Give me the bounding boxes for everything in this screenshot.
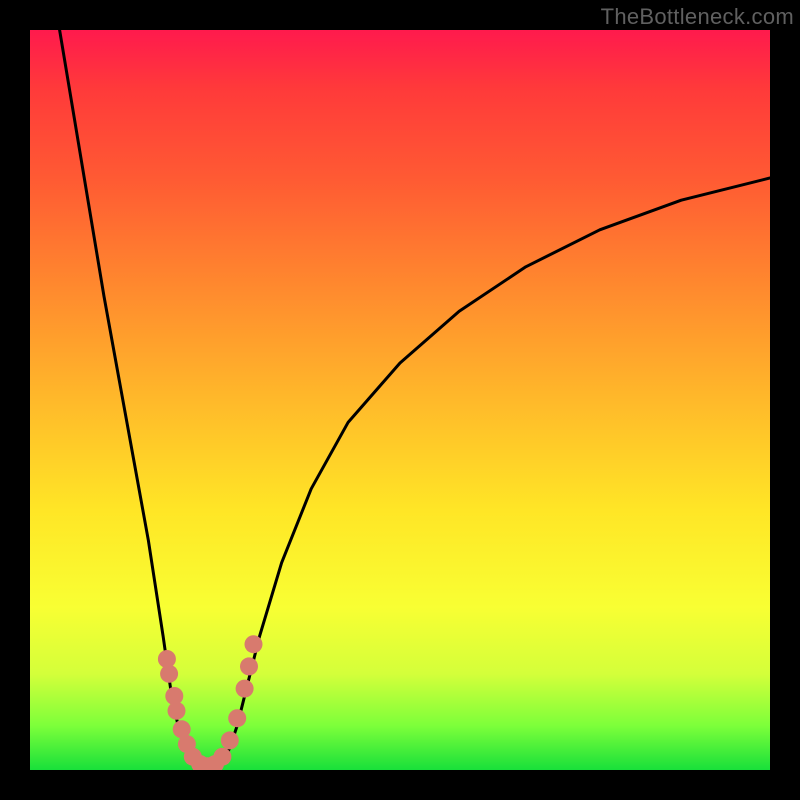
marker-dot — [213, 748, 231, 766]
marker-dot — [240, 657, 258, 675]
marker-dot — [221, 731, 239, 749]
marker-dot — [228, 709, 246, 727]
marker-cluster — [158, 635, 263, 770]
marker-dot — [168, 702, 186, 720]
marker-dot — [160, 665, 178, 683]
marker-dot — [236, 680, 254, 698]
plot-area — [30, 30, 770, 770]
marker-dot — [245, 635, 263, 653]
curve-layer — [30, 30, 770, 770]
outer-frame: TheBottleneck.com — [0, 0, 800, 800]
watermark-text: TheBottleneck.com — [601, 4, 794, 30]
